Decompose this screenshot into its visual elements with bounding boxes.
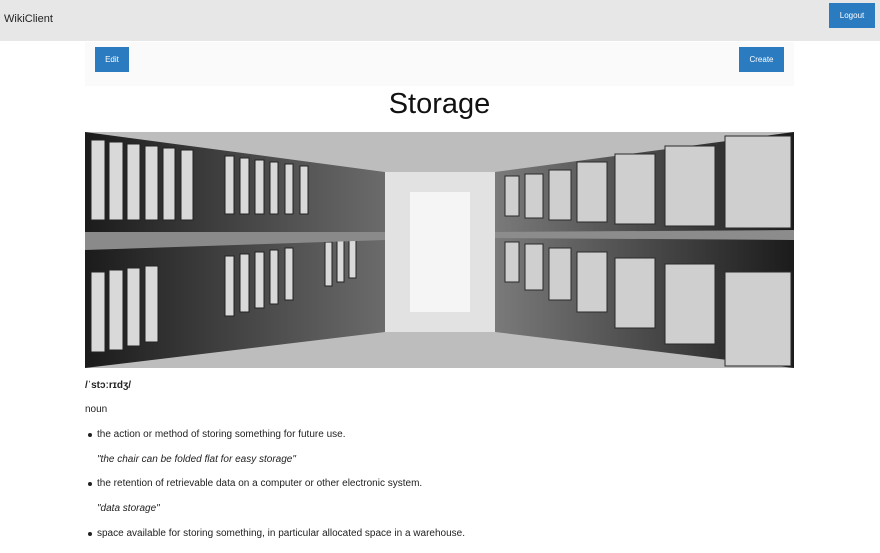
archive-shelves-image bbox=[85, 132, 794, 368]
definition-text: the retention of retrievable data on a c… bbox=[97, 478, 423, 489]
edit-button[interactable]: Edit bbox=[95, 47, 129, 72]
definition-text: space available for storing something, i… bbox=[97, 528, 465, 539]
definition-text: the action or method of storing somethin… bbox=[97, 429, 346, 440]
app-brand[interactable]: WikiClient bbox=[4, 13, 53, 25]
page-title: Storage bbox=[388, 88, 491, 120]
part-of-speech: noun bbox=[85, 404, 108, 415]
create-button[interactable]: Create bbox=[739, 47, 784, 72]
bullet-icon bbox=[88, 482, 92, 486]
hero-image bbox=[85, 132, 794, 368]
bullet-icon bbox=[88, 532, 92, 536]
pronunciation: /ˈstɔːrɪdʒ/ bbox=[85, 380, 131, 391]
page-toolbar bbox=[85, 42, 794, 86]
logout-button[interactable]: Logout bbox=[829, 3, 875, 28]
definition-example: "the chair can be folded flat for easy s… bbox=[97, 454, 296, 465]
bullet-icon bbox=[88, 433, 92, 437]
definition-example: "data storage" bbox=[97, 503, 160, 514]
top-navbar bbox=[0, 0, 880, 41]
